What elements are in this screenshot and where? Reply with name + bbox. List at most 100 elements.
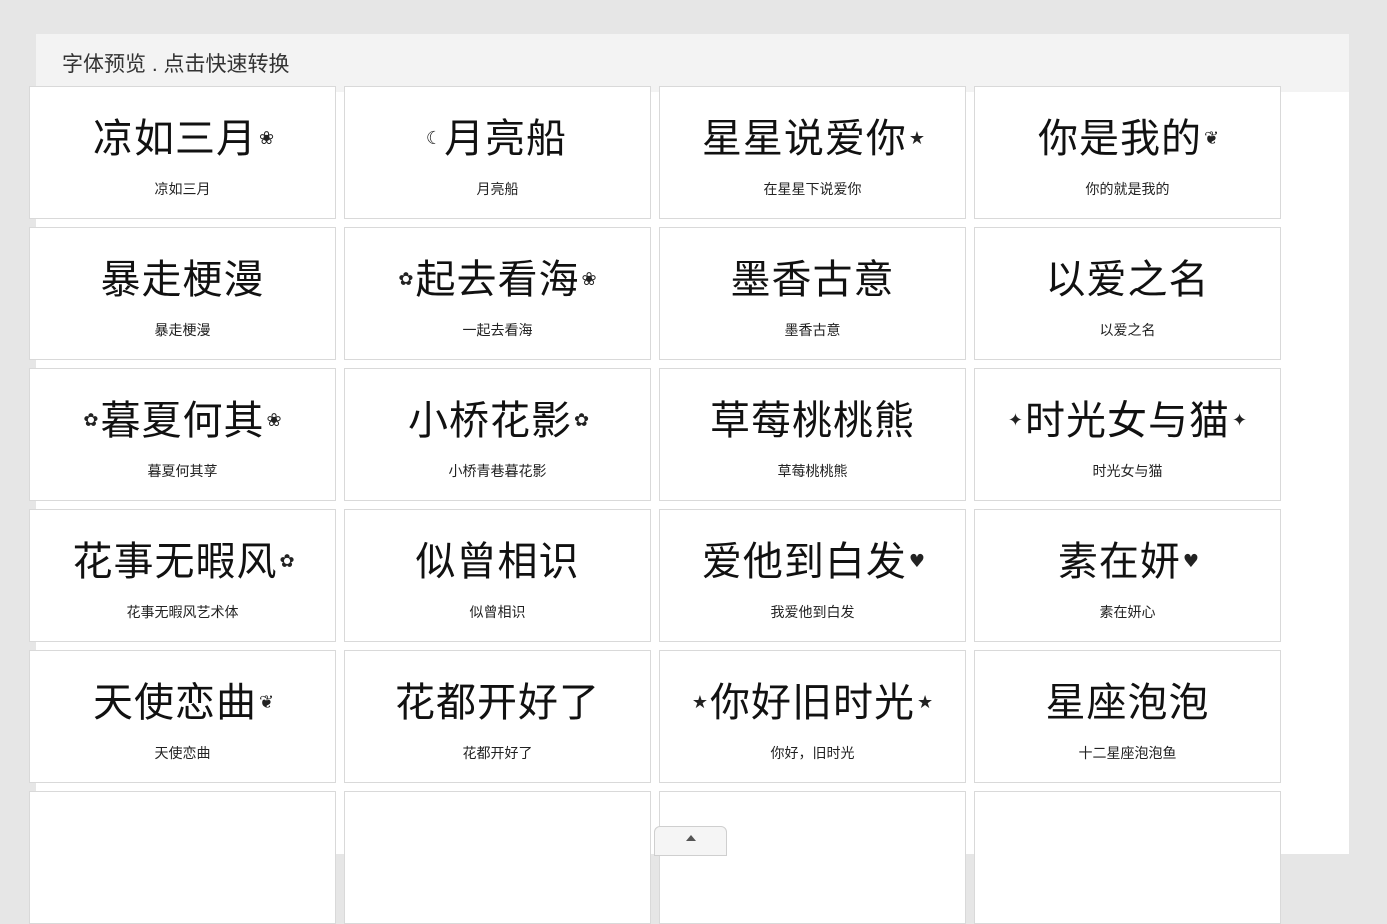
font-preview-image: ✦ 时光女与猫 ✦ <box>975 385 1280 457</box>
decoration-icon: ♥ <box>908 551 926 572</box>
font-caption: 花事无暇风艺术体 <box>126 604 239 620</box>
font-caption: 天使恋曲 <box>154 745 211 761</box>
decoration-icon: ❀ <box>266 410 282 431</box>
font-preview-image: 似曾相识 <box>345 526 650 598</box>
font-card[interactable]: 以爱之名 以爱之名 <box>974 227 1281 360</box>
font-caption: 小桥青巷暮花影 <box>448 463 547 479</box>
decoration-icon: ✿ <box>83 410 99 431</box>
font-preview-text: 暴走梗漫 <box>100 257 265 303</box>
font-preview-text: 时光女与猫 <box>1025 398 1230 444</box>
decoration-icon: ★ <box>917 692 934 713</box>
font-card[interactable]: 似曾相识 似曾相识 <box>344 509 651 642</box>
font-card[interactable]: 草莓桃桃熊 草莓桃桃熊 <box>659 368 966 501</box>
font-card[interactable]: ☾ 月亮船 月亮船 <box>344 86 651 219</box>
font-caption: 我爱他到白发 <box>770 604 855 620</box>
font-preview-image <box>345 808 650 880</box>
font-card[interactable]: 花都开好了 花都开好了 <box>344 650 651 783</box>
font-card[interactable]: 墨香古意 墨香古意 <box>659 227 966 360</box>
panel-title: 字体预览 . 点击快速转换 <box>62 53 290 76</box>
font-preview-text: 素在妍 <box>1057 539 1181 585</box>
font-preview-text: 星座泡泡 <box>1045 680 1210 726</box>
font-preview-image: 花事无暇风 ✿ <box>30 526 335 598</box>
font-preview-image: 星座泡泡 <box>975 667 1280 739</box>
font-preview-text: 暮夏何其 <box>100 398 265 444</box>
decoration-icon: ☾ <box>425 128 443 149</box>
font-preview-text: 爱他到白发 <box>701 539 907 585</box>
font-card[interactable]: ✿ 暮夏何其 ❀ 暮夏何其莩 <box>29 368 336 501</box>
decoration-icon: ✿ <box>573 410 590 431</box>
font-caption: 十二星座泡泡鱼 <box>1078 745 1177 761</box>
font-card[interactable]: 爱他到白发 ♥ 我爱他到白发 <box>659 509 966 642</box>
scroll-to-top-button[interactable] <box>654 826 727 856</box>
font-caption: 以爱之名 <box>1099 322 1156 338</box>
font-preview-text: 花都开好了 <box>395 680 600 726</box>
font-caption: 暮夏何其莩 <box>147 463 218 479</box>
font-caption: 一起去看海 <box>462 322 533 338</box>
font-caption: 素在妍心 <box>1099 604 1156 620</box>
font-preview-image: 星星说爱你 ★ <box>660 103 965 175</box>
font-preview-image: 草莓桃桃熊 <box>660 385 965 457</box>
font-preview-image: 墨香古意 <box>660 244 965 316</box>
font-card[interactable]: 暴走梗漫 暴走梗漫 <box>29 227 336 360</box>
font-caption: 暴走梗漫 <box>154 322 211 338</box>
font-preview-image: ☾ 月亮船 <box>345 103 650 175</box>
font-caption: 时光女与猫 <box>1092 463 1163 479</box>
font-preview-text: 似曾相识 <box>415 539 580 585</box>
font-caption: 你好，旧时光 <box>770 745 855 761</box>
decoration-icon: ✿ <box>279 551 295 572</box>
font-preview-image: ✿ 起去看海 ❀ <box>345 244 650 316</box>
font-caption: 你的就是我的 <box>1085 181 1170 197</box>
font-card[interactable] <box>29 791 336 924</box>
font-caption: 月亮船 <box>476 181 519 197</box>
font-card[interactable]: ✿ 起去看海 ❀ 一起去看海 <box>344 227 651 360</box>
font-card[interactable]: 凉如三月 ❀ 凉如三月 <box>29 86 336 219</box>
font-card[interactable]: 你是我的 ❦ 你的就是我的 <box>974 86 1281 219</box>
font-card[interactable]: 星座泡泡十二星座泡泡鱼 <box>974 650 1281 783</box>
decoration-icon: ❦ <box>1203 128 1220 149</box>
font-card[interactable]: 小桥花影 ✿ 小桥青巷暮花影 <box>344 368 651 501</box>
decoration-icon: ❀ <box>258 128 275 149</box>
decoration-icon: ★ <box>691 692 708 713</box>
decoration-icon: ★ <box>908 128 926 149</box>
font-preview-image: 暴走梗漫 <box>30 244 335 316</box>
font-preview-text: 星星说爱你 <box>701 116 907 162</box>
font-preview-image: 凉如三月 ❀ <box>30 103 335 175</box>
decoration-icon: ✦ <box>1007 410 1023 431</box>
font-preview-image: 以爱之名 <box>975 244 1280 316</box>
font-preview-text: 你好旧时光 <box>710 680 915 726</box>
font-card[interactable] <box>344 791 651 924</box>
decoration-icon: ♥ <box>1182 551 1200 572</box>
font-caption: 草莓桃桃熊 <box>777 463 848 479</box>
font-preview-text: 月亮船 <box>444 116 568 162</box>
font-preview-image: 爱他到白发 ♥ <box>660 526 965 598</box>
font-preview-text: 花事无暇风 <box>72 539 278 585</box>
font-preview-image <box>30 808 335 880</box>
font-preview-image: 小桥花影 ✿ <box>345 385 650 457</box>
font-preview-text: 起去看海 <box>415 257 580 303</box>
font-caption: 花都开好了 <box>462 745 533 761</box>
font-preview-text: 你是我的 <box>1037 116 1202 162</box>
panel-header: 字体预览 . 点击快速转换 <box>36 34 1349 92</box>
font-preview-image <box>975 808 1280 880</box>
font-card[interactable]: ★ 你好旧时光 ★ 你好，旧时光 <box>659 650 966 783</box>
font-preview-text: 小桥花影 <box>407 398 572 444</box>
decoration-icon: ✿ <box>398 269 414 290</box>
font-preview-image: 花都开好了 <box>345 667 650 739</box>
font-card[interactable] <box>659 791 966 924</box>
font-preview-image: 你是我的 ❦ <box>975 103 1280 175</box>
font-card[interactable]: ✦ 时光女与猫 ✦ 时光女与猫 <box>974 368 1281 501</box>
font-caption: 凉如三月 <box>154 181 211 197</box>
font-preview-text: 凉如三月 <box>92 116 257 162</box>
font-card[interactable]: 素在妍 ♥ 素在妍心 <box>974 509 1281 642</box>
decoration-icon: ✦ <box>1232 410 1248 431</box>
font-card[interactable]: 星星说爱你 ★ 在星星下说爱你 <box>659 86 966 219</box>
font-preview-text: 以爱之名 <box>1045 257 1210 303</box>
font-preview-image: ✿ 暮夏何其 ❀ <box>30 385 335 457</box>
font-card[interactable]: 花事无暇风 ✿ 花事无暇风艺术体 <box>29 509 336 642</box>
font-preview-image: 素在妍 ♥ <box>975 526 1280 598</box>
font-preview-text: 天使恋曲 <box>92 680 257 726</box>
decoration-icon: ❀ <box>581 269 597 290</box>
font-card[interactable]: 天使恋曲 ❦ 天使恋曲 <box>29 650 336 783</box>
font-card[interactable] <box>974 791 1281 924</box>
font-caption: 墨香古意 <box>784 322 841 338</box>
